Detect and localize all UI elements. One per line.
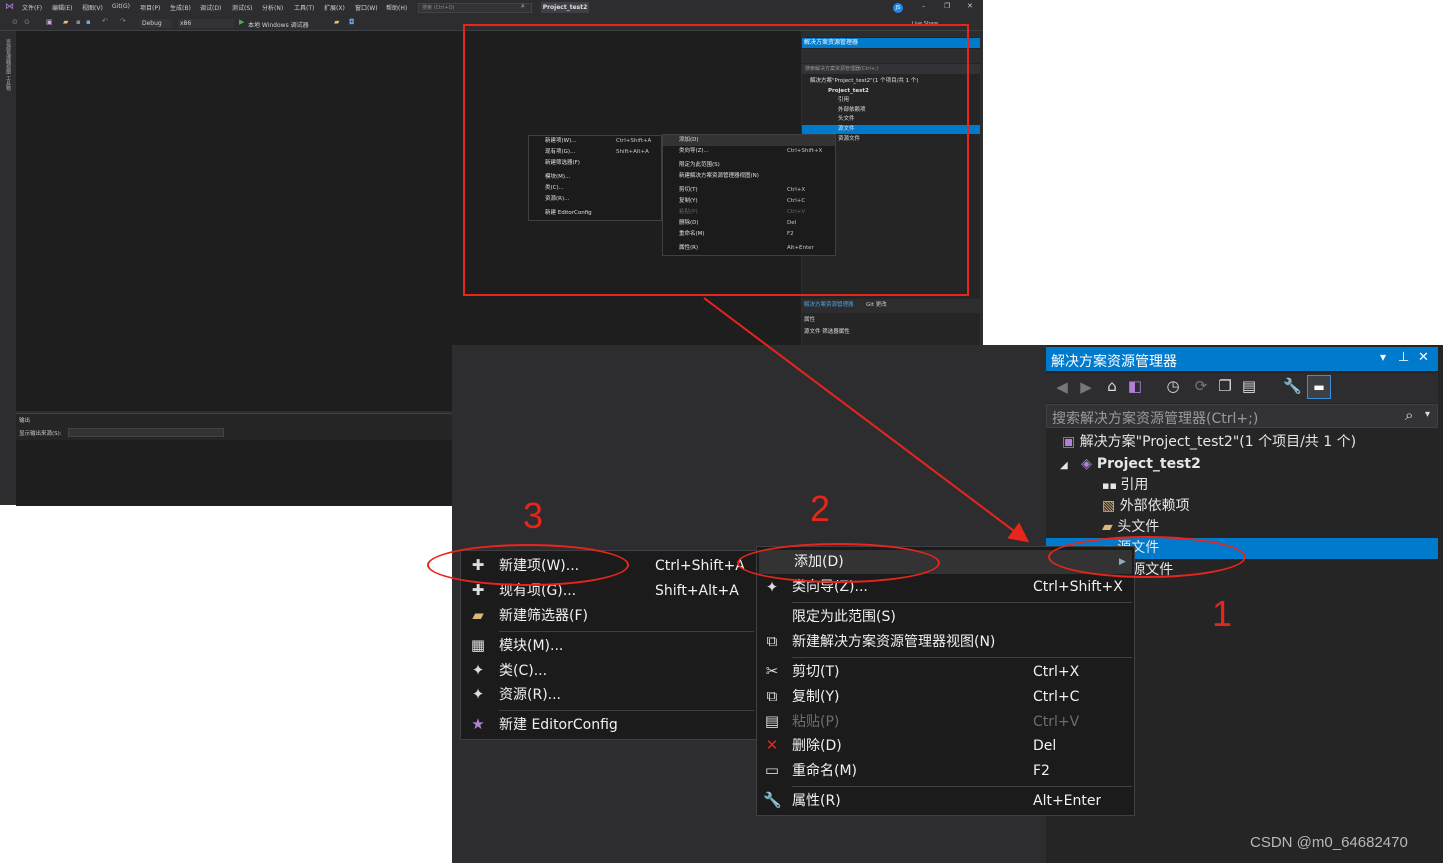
step-number-1: 1 (1212, 593, 1233, 634)
annotation-arrow (703, 297, 1030, 543)
annotation-circle-2 (737, 543, 940, 583)
step-number-2: 2 (810, 488, 831, 529)
step-number-3: 3 (523, 495, 544, 536)
watermark: CSDN @m0_64682470 (1250, 834, 1408, 851)
annotation-circle-3 (427, 544, 629, 586)
annotation-circle-1 (1048, 536, 1246, 578)
